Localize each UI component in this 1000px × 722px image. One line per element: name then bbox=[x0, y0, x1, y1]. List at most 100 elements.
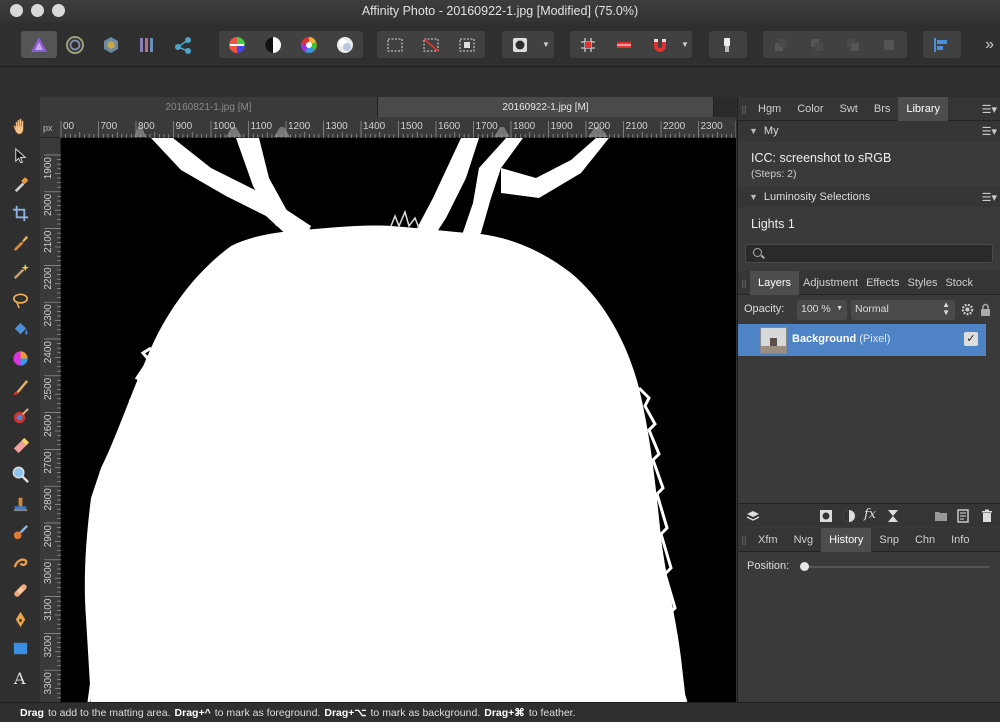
retouch-brush-tool[interactable] bbox=[0, 518, 40, 547]
rectangle-tool[interactable] bbox=[0, 634, 40, 663]
align-button[interactable] bbox=[923, 31, 959, 58]
white-balance-button[interactable] bbox=[327, 31, 363, 58]
assistant-button[interactable] bbox=[709, 31, 745, 58]
tab-channels[interactable]: Chn bbox=[907, 528, 943, 552]
fx-icon[interactable]: fx bbox=[864, 507, 878, 522]
live-filter-icon[interactable] bbox=[886, 509, 900, 523]
text-tool[interactable]: A bbox=[0, 663, 40, 692]
move-tool[interactable] bbox=[0, 141, 40, 170]
library-group-header[interactable]: ▼ My ☰▾ bbox=[738, 121, 1000, 141]
tab-adjustment[interactable]: Adjustment bbox=[799, 271, 862, 295]
pen-tool[interactable] bbox=[0, 605, 40, 634]
library-search-input[interactable] bbox=[745, 244, 993, 263]
move-to-front-button[interactable] bbox=[871, 31, 907, 58]
tone-mapping-persona-button[interactable] bbox=[129, 31, 165, 58]
guides-button[interactable] bbox=[606, 31, 642, 58]
document-tab[interactable]: 20160821-1.jpg [M] bbox=[40, 97, 378, 117]
crop-tool[interactable] bbox=[0, 199, 40, 228]
blend-mode-select[interactable]: Normal ▲ ▼ bbox=[851, 300, 955, 320]
paint-brush-tool[interactable] bbox=[0, 373, 40, 402]
hsl-button[interactable] bbox=[291, 31, 327, 58]
tab-navigator[interactable]: Nvg bbox=[786, 528, 822, 552]
layers-stack-icon[interactable] bbox=[746, 509, 760, 523]
panel-grip-icon[interactable]: || bbox=[738, 97, 750, 121]
flood-fill-tool[interactable] bbox=[0, 315, 40, 344]
grid-button[interactable] bbox=[570, 31, 606, 58]
disclosure-triangle-icon[interactable]: ▼ bbox=[749, 126, 758, 136]
macro-name[interactable]: Lights 1 bbox=[738, 217, 1000, 231]
document-tab-active[interactable]: 20160922-1.jpg [M] bbox=[378, 97, 714, 117]
photo-persona-button[interactable] bbox=[21, 31, 57, 58]
quick-mask-dropdown-icon[interactable]: ▼ bbox=[538, 40, 554, 49]
levels-button[interactable] bbox=[219, 31, 255, 58]
tab-color[interactable]: Color bbox=[789, 97, 831, 121]
liquify-persona-button[interactable] bbox=[57, 31, 93, 58]
horizontal-ruler[interactable]: px 00 700 800 900 1000 1100 1200 1300 1400 1500 16… bbox=[40, 117, 736, 138]
folder-icon[interactable] bbox=[934, 509, 948, 523]
selection-brush-tool[interactable] bbox=[0, 228, 40, 257]
clone-brush-tool[interactable] bbox=[0, 489, 40, 518]
erase-brush-tool[interactable] bbox=[0, 431, 40, 460]
lock-icon[interactable] bbox=[980, 303, 991, 316]
tab-stock[interactable]: Stock bbox=[941, 271, 977, 295]
layer-visibility-checkbox[interactable]: ✓ bbox=[964, 332, 978, 346]
adjustment-icon[interactable] bbox=[842, 509, 856, 523]
tab-library[interactable]: Library bbox=[898, 96, 948, 121]
tab-histogram[interactable]: Hgm bbox=[750, 97, 789, 121]
black-white-button[interactable] bbox=[255, 31, 291, 58]
tab-transform[interactable]: Xfm bbox=[750, 528, 786, 552]
new-layer-icon[interactable] bbox=[956, 509, 970, 523]
invert-selection-button[interactable] bbox=[449, 31, 485, 58]
history-slider-knob[interactable] bbox=[800, 562, 809, 571]
tab-styles[interactable]: Styles bbox=[904, 271, 942, 295]
close-window-button[interactable] bbox=[10, 4, 23, 17]
trash-icon[interactable] bbox=[980, 509, 994, 523]
mask-icon[interactable] bbox=[819, 509, 833, 523]
tab-effects[interactable]: Effects bbox=[862, 271, 903, 295]
disclosure-triangle-icon[interactable]: ▼ bbox=[749, 192, 758, 202]
panel-menu-icon[interactable]: ☰▾ bbox=[982, 103, 997, 116]
flood-select-tool[interactable] bbox=[0, 257, 40, 286]
group-menu-icon[interactable]: ☰▾ bbox=[982, 191, 997, 204]
tab-layers[interactable]: Layers bbox=[750, 270, 800, 295]
tab-info[interactable]: Info bbox=[943, 528, 977, 552]
toolbar-overflow-button[interactable]: » bbox=[985, 36, 994, 54]
zoom-tool[interactable] bbox=[0, 460, 40, 489]
freehand-selection-tool[interactable] bbox=[0, 286, 40, 315]
tab-snapshots[interactable]: Snp bbox=[871, 528, 907, 552]
gear-icon[interactable] bbox=[961, 303, 974, 316]
history-slider-track[interactable] bbox=[804, 566, 990, 568]
tab-brushes[interactable]: Brs bbox=[866, 97, 899, 121]
gradient-tool[interactable] bbox=[0, 344, 40, 373]
export-persona-button[interactable] bbox=[165, 31, 201, 58]
deselect-button[interactable] bbox=[413, 31, 449, 58]
opacity-field[interactable]: 100 % ▼ bbox=[797, 300, 847, 320]
tone-mapping-persona-icon bbox=[140, 37, 153, 52]
panel-grip-icon[interactable]: || bbox=[738, 528, 750, 552]
pen-nib-icon bbox=[15, 611, 25, 628]
layer-row-selected[interactable]: Background (Pixel) ✓ bbox=[738, 324, 986, 356]
snapping-dropdown-icon[interactable]: ▼ bbox=[678, 40, 692, 49]
snapping-button[interactable] bbox=[642, 31, 678, 58]
move-back-button[interactable] bbox=[799, 31, 835, 58]
vertical-ruler[interactable]: 1900 2000 2100 2200 2300 2400 2500 2600 2700 2800… bbox=[40, 138, 61, 702]
color-replacement-tool[interactable] bbox=[0, 402, 40, 431]
blemish-removal-tool[interactable] bbox=[0, 576, 40, 605]
minimize-window-button[interactable] bbox=[31, 4, 44, 17]
document-canvas[interactable] bbox=[61, 138, 736, 702]
inpainting-brush-tool[interactable] bbox=[0, 547, 40, 576]
view-tool[interactable] bbox=[0, 112, 40, 141]
tab-swatches[interactable]: Swt bbox=[832, 97, 866, 121]
quick-mask-button[interactable] bbox=[502, 31, 538, 58]
group-menu-icon[interactable]: ☰▾ bbox=[982, 125, 997, 138]
develop-persona-button[interactable] bbox=[93, 31, 129, 58]
panel-grip-icon[interactable]: || bbox=[738, 271, 750, 295]
marquee-button[interactable] bbox=[377, 31, 413, 58]
move-to-back-button[interactable] bbox=[763, 31, 799, 58]
color-picker-tool[interactable] bbox=[0, 170, 40, 199]
zoom-window-button[interactable] bbox=[52, 4, 65, 17]
move-forward-button[interactable] bbox=[835, 31, 871, 58]
library-group-header[interactable]: ▼ Luminosity Selections ☰▾ bbox=[738, 187, 1000, 207]
macro-name[interactable]: ICC: screenshot to sRGB bbox=[738, 151, 1000, 165]
tab-history[interactable]: History bbox=[821, 527, 872, 552]
